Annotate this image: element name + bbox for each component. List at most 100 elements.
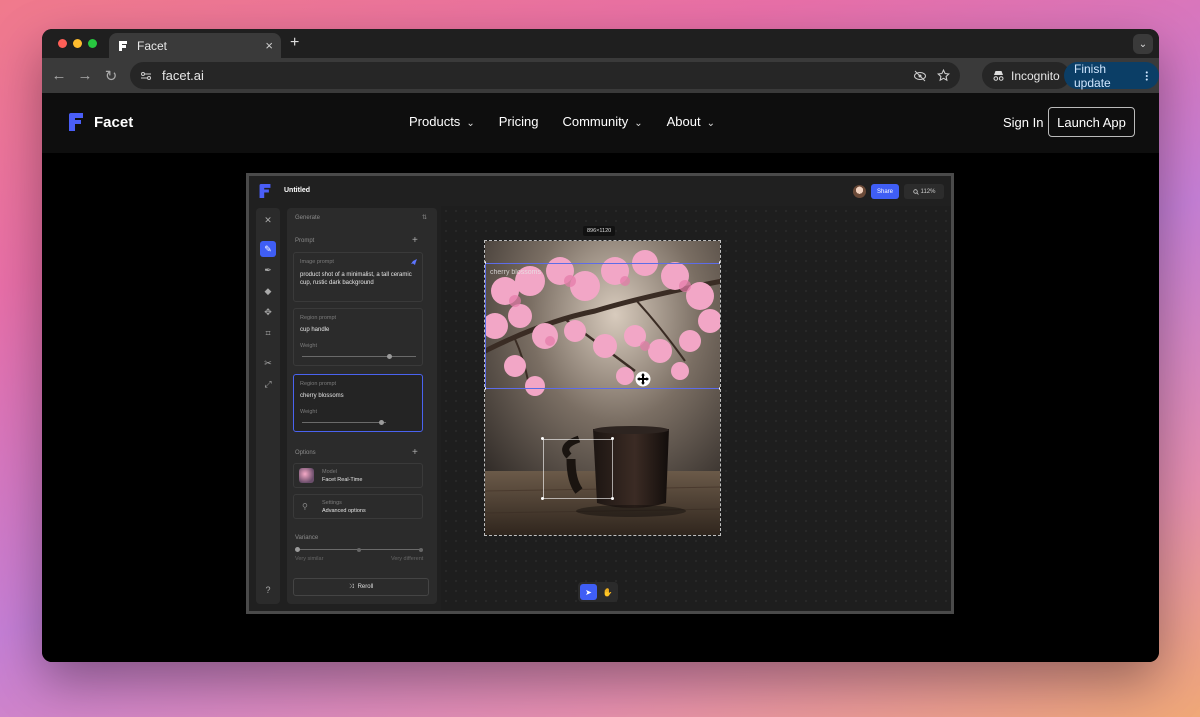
weight-slider-track[interactable] bbox=[302, 356, 416, 357]
finish-update-button[interactable]: Finish update bbox=[1064, 61, 1159, 90]
variance-tick bbox=[357, 547, 361, 552]
nav-products[interactable]: Products ⌄ bbox=[409, 114, 475, 129]
region-box-cup-handle[interactable] bbox=[543, 439, 613, 499]
region-prompt-label: Region prompt bbox=[300, 315, 337, 321]
options-section-title: Options bbox=[295, 450, 316, 456]
reroll-button[interactable]: ⤨ Reroll bbox=[293, 578, 429, 596]
resize-handle[interactable] bbox=[611, 437, 614, 440]
region-prompt-card-selected[interactable]: Region prompt cherry blossoms Weight bbox=[293, 374, 423, 432]
hand-icon[interactable]: ✋ bbox=[599, 584, 616, 600]
weight-slider-track[interactable] bbox=[302, 422, 386, 423]
panel-header: Generate bbox=[295, 215, 321, 221]
back-button[interactable]: ← bbox=[46, 67, 72, 84]
site-header: Facet Products ⌄ Pricing Community ⌄ About… bbox=[42, 93, 1159, 153]
nav-about[interactable]: About ⌄ bbox=[667, 114, 715, 129]
settings-option[interactable]: ⚲ Settings Advanced options bbox=[293, 494, 423, 519]
shuffle-icon: ⤨ bbox=[348, 583, 354, 590]
sign-in-link[interactable]: Sign In bbox=[1003, 115, 1043, 130]
maximize-window-button[interactable] bbox=[88, 39, 97, 48]
rocket-icon[interactable] bbox=[410, 258, 418, 266]
document-title[interactable]: Untitled bbox=[284, 187, 310, 194]
site-settings-icon[interactable] bbox=[140, 70, 152, 82]
brand-name: Facet bbox=[94, 113, 134, 131]
url-text[interactable]: facet.ai bbox=[162, 68, 204, 83]
variance-slider-knob[interactable] bbox=[295, 547, 300, 552]
resize-handle[interactable] bbox=[611, 497, 614, 500]
tab-search-button[interactable]: ⌄ bbox=[1133, 34, 1153, 54]
pen-icon[interactable]: ✒ bbox=[260, 262, 276, 278]
tab-title: Facet bbox=[137, 38, 168, 53]
star-icon[interactable] bbox=[937, 69, 950, 82]
browser-tab[interactable]: Facet × bbox=[109, 33, 281, 58]
history-icon[interactable]: ⇅ bbox=[422, 214, 427, 221]
incognito-icon bbox=[993, 70, 1004, 81]
share-button[interactable]: Share bbox=[871, 184, 899, 199]
launch-app-button[interactable]: Launch App bbox=[1048, 107, 1135, 137]
reroll-label: Reroll bbox=[357, 584, 374, 590]
add-option-button[interactable]: + bbox=[412, 447, 418, 458]
eraser-icon[interactable]: ◆ bbox=[260, 283, 276, 299]
generated-image[interactable]: cherry blossoms bbox=[484, 240, 721, 536]
eye-off-icon[interactable] bbox=[913, 70, 927, 82]
pointer-icon[interactable]: ➤ bbox=[580, 584, 597, 600]
move-icon[interactable]: ✥ bbox=[260, 304, 276, 320]
new-tab-button[interactable]: + bbox=[290, 34, 299, 52]
nav-community-label: Community bbox=[562, 114, 629, 129]
incognito-indicator[interactable]: Incognito bbox=[982, 62, 1070, 89]
variance-max-label: Very different bbox=[391, 556, 424, 562]
image-prompt-card[interactable]: Image prompt product shot of a minimalis… bbox=[293, 252, 423, 302]
region-box-blossoms[interactable] bbox=[485, 263, 720, 389]
nav-community[interactable]: Community ⌄ bbox=[562, 114, 642, 129]
close-icon[interactable]: ✕ bbox=[260, 212, 276, 228]
prompt-section-title: Prompt bbox=[295, 238, 315, 244]
region-prompt-text[interactable]: cherry blossoms bbox=[300, 392, 344, 400]
forward-button[interactable]: → bbox=[72, 67, 98, 84]
chevron-down-icon: ⌄ bbox=[634, 118, 643, 129]
pencil-icon[interactable]: ✎ bbox=[260, 241, 276, 257]
app-preview: Untitled Share 112% ✕ ✎ ✒ ◆ ✥ ⌗ ✂ ⤢ ? Ge… bbox=[246, 173, 954, 614]
chevron-down-icon: ⌄ bbox=[466, 118, 475, 129]
zoom-control[interactable]: 112% bbox=[904, 184, 944, 199]
chevron-down-icon: ⌄ bbox=[706, 118, 715, 129]
resize-handle[interactable] bbox=[719, 387, 720, 390]
crop-icon[interactable]: ⌗ bbox=[260, 325, 276, 341]
finish-update-label: Finish update bbox=[1074, 61, 1111, 90]
weight-slider-knob[interactable] bbox=[387, 354, 392, 359]
resize-handle[interactable] bbox=[541, 497, 544, 500]
facet-logo[interactable]: Facet bbox=[68, 113, 133, 131]
nav-pricing[interactable]: Pricing bbox=[499, 114, 539, 129]
close-window-button[interactable] bbox=[58, 39, 67, 48]
cut-icon[interactable]: ✂ bbox=[260, 355, 276, 371]
model-label: Model bbox=[322, 469, 337, 475]
image-prompt-text[interactable]: product shot of a minimalist, a tall cer… bbox=[300, 271, 420, 287]
main-nav: Products ⌄ Pricing Community ⌄ About ⌄ bbox=[409, 114, 715, 129]
model-value: Facet Real-Time bbox=[322, 477, 363, 483]
hero-stage: Untitled Share 112% ✕ ✎ ✒ ◆ ✥ ⌗ ✂ ⤢ ? Ge… bbox=[42, 153, 1159, 662]
avatar[interactable] bbox=[853, 185, 866, 198]
resize-handle[interactable] bbox=[541, 437, 544, 440]
canvas[interactable]: 896×1120 cherry blossoms ➤ ✋ bbox=[441, 206, 951, 610]
nav-products-label: Products bbox=[409, 114, 461, 129]
weight-slider-knob[interactable] bbox=[379, 420, 384, 425]
close-tab-icon[interactable]: × bbox=[265, 38, 273, 53]
resize-handle[interactable] bbox=[719, 261, 720, 264]
model-option[interactable]: Model Facet Real-Time bbox=[293, 463, 423, 488]
browser-toolbar: ← → ↻ facet.ai Incognito Finish update bbox=[42, 58, 1159, 93]
expand-icon[interactable]: ⤢ bbox=[260, 376, 276, 392]
help-icon[interactable]: ? bbox=[260, 582, 276, 598]
image-prompt-label: Image prompt bbox=[300, 259, 334, 265]
canvas-mode-toolbar: ➤ ✋ bbox=[578, 582, 618, 602]
address-bar[interactable]: facet.ai bbox=[130, 62, 960, 89]
app-logo-icon[interactable] bbox=[258, 184, 272, 198]
minimize-window-button[interactable] bbox=[73, 39, 82, 48]
weight-label: Weight bbox=[300, 409, 318, 415]
region-prompt-text[interactable]: cup handle bbox=[300, 326, 329, 334]
nav-about-label: About bbox=[666, 114, 701, 129]
add-prompt-button[interactable]: + bbox=[412, 235, 418, 246]
region-prompt-card[interactable]: Region prompt cup handle Weight bbox=[293, 308, 423, 366]
settings-sliders-icon: ⚲ bbox=[302, 502, 308, 511]
facet-logo-icon bbox=[69, 113, 83, 131]
search-icon bbox=[912, 188, 919, 195]
more-vert-icon[interactable] bbox=[1145, 70, 1149, 82]
reload-button[interactable]: ↻ bbox=[98, 67, 124, 85]
